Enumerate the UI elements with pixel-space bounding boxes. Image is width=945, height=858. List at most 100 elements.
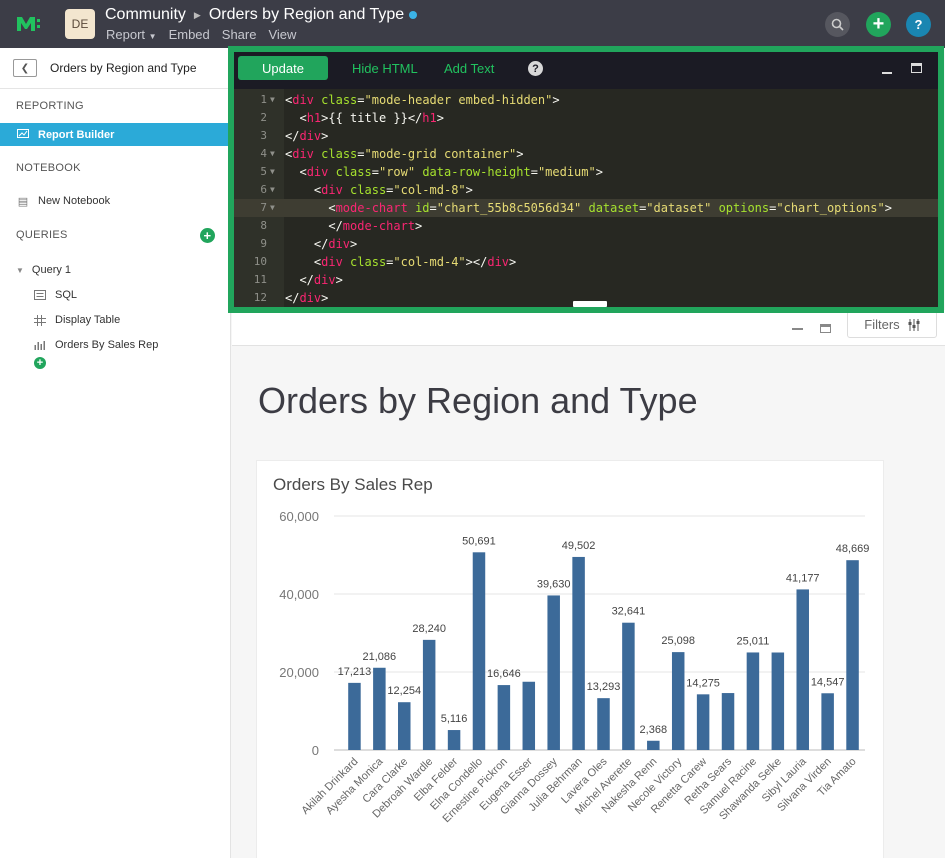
sidebar-item-report-builder[interactable]: Report Builder bbox=[0, 123, 230, 146]
breadcrumb-space[interactable]: Community bbox=[105, 6, 186, 24]
sidebar-item-label: Query 1 bbox=[31, 264, 72, 276]
bar[interactable] bbox=[348, 682, 361, 750]
avatar[interactable]: DE bbox=[65, 9, 95, 39]
bar[interactable] bbox=[547, 595, 560, 750]
sidebar-report-title: Orders by Region and Type bbox=[50, 61, 197, 75]
data-label: 12,254 bbox=[387, 685, 421, 697]
code-text: <div class="row" data-row-height="medium… bbox=[285, 165, 603, 179]
bar-chart: 020,00040,00060,00017,213Akilah Drinkard… bbox=[279, 509, 869, 825]
resize-handle[interactable] bbox=[573, 301, 607, 307]
line-number: 9 bbox=[260, 237, 267, 250]
fold-arrow-icon[interactable]: ▼ bbox=[270, 181, 275, 199]
add-visualization-button[interactable]: + bbox=[34, 357, 46, 369]
maximize-icon[interactable] bbox=[911, 63, 922, 73]
bar[interactable] bbox=[373, 667, 386, 750]
fold-arrow-icon[interactable]: ▼ bbox=[270, 199, 275, 217]
bar[interactable] bbox=[472, 552, 486, 750]
code-line[interactable]: 7 ▼ <mode-chart id="chart_55b8c5056d34" d… bbox=[234, 199, 938, 217]
bar[interactable] bbox=[796, 589, 809, 750]
bar[interactable] bbox=[821, 693, 834, 750]
y-tick-label: 20,000 bbox=[279, 665, 319, 680]
code-editor[interactable]: 1 ▼ <div class="mode-header embed-hidden">… bbox=[234, 89, 938, 307]
fold-arrow-icon[interactable]: ▼ bbox=[270, 145, 275, 163]
line-number: 12 bbox=[253, 291, 267, 304]
add-text-button[interactable]: Add Text bbox=[444, 61, 494, 76]
bar[interactable] bbox=[746, 652, 760, 750]
code-line[interactable]: 8 </mode-chart> bbox=[234, 217, 938, 235]
sidebar-item-sql[interactable]: SQL bbox=[0, 283, 230, 307]
code-line[interactable]: 10 <div class="col-md-4"></div> bbox=[234, 253, 938, 271]
maximize-icon[interactable] bbox=[820, 324, 831, 333]
bar[interactable] bbox=[447, 730, 461, 750]
code-text: </div> bbox=[285, 291, 329, 305]
bar[interactable] bbox=[771, 652, 785, 751]
update-button[interactable]: Update bbox=[238, 56, 328, 80]
code-line[interactable]: 11 </div> bbox=[234, 271, 938, 289]
embed-button[interactable]: Embed bbox=[169, 27, 210, 42]
bar[interactable] bbox=[422, 639, 436, 750]
code-line[interactable]: 9 </div> bbox=[234, 235, 938, 253]
bar[interactable] bbox=[671, 652, 685, 750]
chart-card: Orders By Sales Rep 0 20,000 40,000 60,000 1… bbox=[256, 460, 884, 858]
editor-toolbar: Update Hide HTML Add Text ? bbox=[234, 52, 938, 89]
bar[interactable] bbox=[622, 622, 635, 750]
line-number: 2 bbox=[260, 111, 267, 124]
bar[interactable] bbox=[721, 693, 735, 750]
notebook-icon: ▤ bbox=[17, 195, 29, 208]
report-view-bar bbox=[232, 310, 945, 346]
section-notebook: NOTEBOOK bbox=[16, 162, 81, 174]
share-button[interactable]: Share bbox=[222, 27, 257, 42]
sidebar-item-query-1[interactable]: ▼ Query 1 bbox=[0, 258, 230, 282]
fold-arrow-icon[interactable]: ▼ bbox=[270, 91, 275, 109]
section-queries: QUERIES + bbox=[0, 218, 230, 252]
sidebar-item-new-notebook[interactable]: ▤ New Notebook bbox=[0, 189, 230, 213]
minimize-icon[interactable] bbox=[882, 72, 892, 74]
data-label: 17,213 bbox=[338, 666, 372, 678]
code-text: </div> bbox=[285, 237, 358, 251]
plus-icon: + bbox=[203, 228, 212, 243]
code-line[interactable]: 4 ▼ <div class="mode-grid container"> bbox=[234, 145, 938, 163]
add-query-button[interactable]: + bbox=[200, 228, 215, 243]
sidebar-item-label: Display Table bbox=[55, 314, 121, 326]
code-text: <mode-chart id="chart_55b8c5056d34" data… bbox=[285, 201, 892, 215]
collapse-sidebar-icon[interactable]: ❮ bbox=[13, 59, 37, 77]
bar[interactable] bbox=[846, 560, 859, 750]
bar[interactable] bbox=[497, 685, 511, 750]
editor-help-button[interactable]: ? bbox=[528, 61, 543, 76]
bar[interactable] bbox=[647, 740, 660, 750]
code-text: </div> bbox=[285, 129, 329, 143]
report-menu-button[interactable]: Report ▼ bbox=[106, 27, 157, 42]
code-text: </div> bbox=[285, 273, 343, 287]
sidebar-item-orders-by-sales-rep[interactable]: Orders By Sales Rep bbox=[0, 333, 230, 357]
fold-arrow-icon[interactable]: ▼ bbox=[270, 163, 275, 181]
hide-html-button[interactable]: Hide HTML bbox=[352, 61, 418, 76]
code-line[interactable]: 6 ▼ <div class="col-md-8"> bbox=[234, 181, 938, 199]
view-button[interactable]: View bbox=[268, 27, 296, 42]
line-number: 3 bbox=[260, 129, 267, 142]
data-label: 25,098 bbox=[661, 635, 695, 647]
y-tick-label: 40,000 bbox=[279, 587, 319, 602]
add-new-button[interactable]: + bbox=[866, 12, 891, 37]
code-line[interactable]: 5 ▼ <div class="row" data-row-height="med… bbox=[234, 163, 938, 181]
caret-down-icon: ▼ bbox=[148, 32, 157, 41]
data-label: 41,177 bbox=[786, 572, 820, 584]
bar[interactable] bbox=[597, 698, 610, 750]
bar[interactable] bbox=[522, 681, 536, 750]
plus-icon: + bbox=[36, 356, 44, 369]
table-icon bbox=[33, 314, 47, 326]
search-button[interactable] bbox=[825, 12, 850, 37]
bar[interactable] bbox=[398, 702, 411, 750]
code-line[interactable]: 1 ▼ <div class="mode-header embed-hidden"> bbox=[234, 91, 938, 109]
question-icon: ? bbox=[532, 62, 539, 75]
help-button[interactable]: ? bbox=[906, 12, 931, 37]
filters-button[interactable]: Filters bbox=[847, 311, 937, 338]
sidebar-item-display-table[interactable]: Display Table bbox=[0, 308, 230, 332]
code-line[interactable]: 3 </div> bbox=[234, 127, 938, 145]
code-text: <h1>{{ title }}</h1> bbox=[285, 111, 444, 125]
mode-logo-icon[interactable] bbox=[16, 13, 42, 35]
minimize-icon[interactable] bbox=[792, 328, 803, 330]
bar[interactable] bbox=[696, 694, 710, 750]
code-line[interactable]: 2 <h1>{{ title }}</h1> bbox=[234, 109, 938, 127]
bar[interactable] bbox=[572, 556, 585, 750]
data-label: 32,641 bbox=[612, 606, 646, 618]
